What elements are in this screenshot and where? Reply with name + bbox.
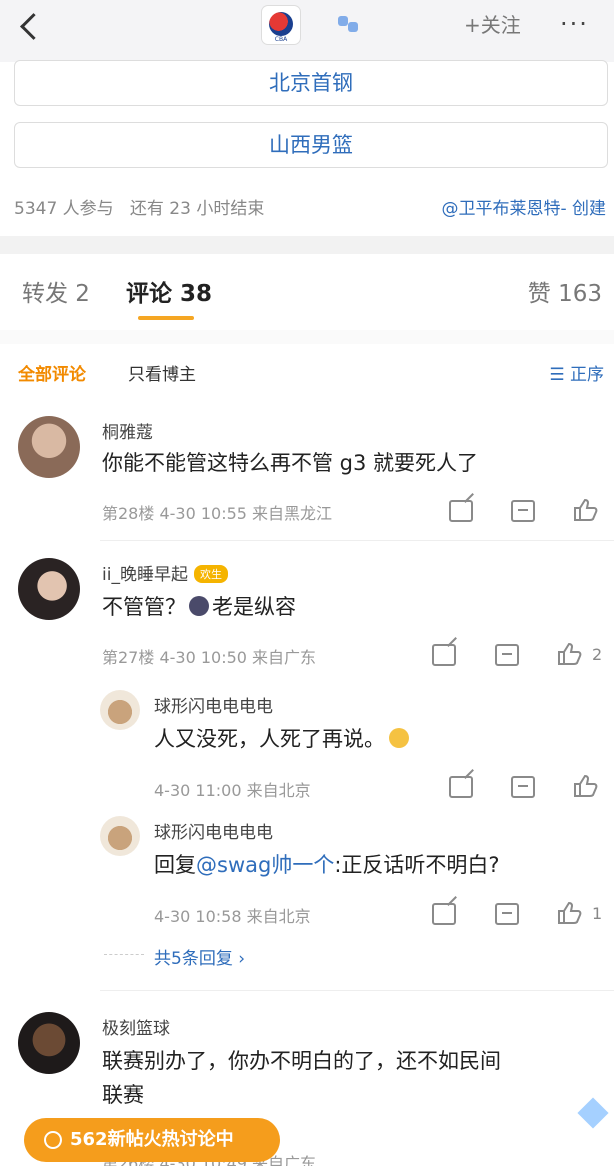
- user-badge: 欢生: [193, 565, 228, 583]
- emoji-icon: [189, 596, 209, 616]
- vote-meta: 5347 人参与 还有 23 小时结束: [14, 194, 264, 219]
- tab-likes[interactable]: 赞 163: [528, 274, 602, 308]
- avatar[interactable]: [100, 690, 140, 730]
- hot-discussion-pill[interactable]: 562新帖火热讨论中: [24, 1118, 280, 1162]
- share-icon[interactable]: [432, 644, 456, 666]
- sort-icon: ☰: [549, 365, 565, 385]
- vote-option-2[interactable]: 山西男篮: [14, 122, 608, 168]
- reply-text: 回复@swag帅一个:正反话听不明白?: [154, 848, 500, 882]
- reply-text-content: :正反话听不明白?: [334, 853, 500, 877]
- hot-pill-label: 562新帖火热讨论中: [70, 1129, 234, 1150]
- comment-text-prefix: 不管管？: [102, 595, 186, 619]
- share-icon[interactable]: [449, 500, 473, 522]
- comment-text-suffix: 老是纵容: [212, 595, 296, 619]
- diamond-icon[interactable]: [577, 1097, 609, 1129]
- comment-icon[interactable]: [495, 644, 519, 666]
- avatar[interactable]: [18, 558, 80, 620]
- like-icon[interactable]: [573, 774, 598, 797]
- reply-meta: 4-30 11:00 来自北京: [154, 781, 311, 800]
- back-chevron-icon[interactable]: [14, 10, 44, 44]
- comment-text-line: 联赛别办了，你办不明白的了，还不如民间: [102, 1049, 501, 1073]
- tab-bar: 转发 2 评论 38 赞 163: [0, 274, 614, 314]
- divider: [100, 540, 614, 541]
- reply-prefix: 回复: [154, 853, 196, 877]
- cba-logo[interactable]: CBA: [262, 6, 300, 44]
- reply-text: 人又没死，人死了再说。: [154, 722, 409, 756]
- reply-text-content: 人又没死，人死了再说。: [154, 727, 385, 751]
- like-count: 1: [592, 904, 603, 923]
- tab-comments[interactable]: 评论 38: [126, 274, 212, 308]
- vote-option-1[interactable]: 北京首钢: [14, 60, 608, 106]
- comment-text-line: 联赛: [102, 1083, 144, 1107]
- comment-author[interactable]: ii_晚睡早起 欢生: [102, 560, 228, 585]
- more-replies-link[interactable]: 共5条回复 ›: [154, 944, 245, 969]
- share-icon[interactable]: [449, 776, 473, 798]
- avatar[interactable]: [100, 816, 140, 856]
- reply-author[interactable]: 球形闪电电电电: [154, 818, 273, 843]
- basketball-logo-icon: [269, 12, 293, 36]
- comment-icon[interactable]: [495, 903, 519, 925]
- section-gap: [0, 330, 614, 344]
- section-gap: [0, 236, 614, 254]
- like-count: 2: [592, 645, 603, 664]
- logo-text: CBA: [274, 36, 288, 43]
- comment-meta: 第28楼 4-30 10:55 来自黑龙江: [102, 504, 333, 523]
- comment-text: 你能不能管这特么再不管 g3 就要死人了: [102, 451, 479, 475]
- filter-all-comments[interactable]: 全部评论: [18, 360, 86, 385]
- reply-dots: [104, 954, 144, 955]
- share-icon[interactable]: [432, 903, 456, 925]
- vote-time-left: 还有 23 小时结束: [129, 199, 265, 219]
- reply-meta: 4-30 10:58 来自北京: [154, 907, 311, 926]
- diamond-hot-icon: [44, 1131, 62, 1149]
- reply-author[interactable]: 球形闪电电电电: [154, 692, 273, 717]
- comment-icon[interactable]: [511, 776, 535, 798]
- comment-icon[interactable]: [511, 500, 535, 522]
- active-tab-indicator: [138, 316, 194, 320]
- avatar[interactable]: [18, 1012, 80, 1074]
- tab-repost[interactable]: 转发 2: [22, 274, 90, 308]
- like-icon[interactable]: [557, 642, 582, 665]
- comment-author[interactable]: 极刻篮球: [102, 1014, 170, 1039]
- group-icon[interactable]: [336, 14, 362, 34]
- follow-button[interactable]: +关注: [456, 8, 529, 42]
- comment-text: 不管管？ 老是纵容: [102, 590, 296, 624]
- vote-author-link[interactable]: @卫平布莱恩特- 创建: [441, 194, 606, 219]
- mention-link[interactable]: @swag帅一个: [196, 853, 334, 877]
- comment-author-name: ii_晚睡早起: [102, 565, 188, 585]
- top-bar: CBA +关注 ···: [0, 0, 614, 62]
- filter-owner-only[interactable]: 只看博主: [128, 360, 196, 385]
- emoji-icon: [389, 728, 409, 748]
- comment-text: 联赛别办了，你办不明白的了，还不如民间 联赛: [102, 1044, 501, 1112]
- like-icon[interactable]: [573, 498, 598, 521]
- comment-author[interactable]: 桐雅蔻: [102, 418, 153, 443]
- avatar[interactable]: [18, 416, 80, 478]
- divider: [100, 990, 614, 991]
- more-menu-icon[interactable]: ···: [560, 10, 589, 38]
- sort-label: 正序: [570, 365, 604, 385]
- like-icon[interactable]: [557, 901, 582, 924]
- comment-meta: 第27楼 4-30 10:50 来自广东: [102, 648, 317, 667]
- vote-participants: 5347 人参与: [14, 199, 114, 219]
- sort-button[interactable]: ☰ 正序: [549, 360, 604, 385]
